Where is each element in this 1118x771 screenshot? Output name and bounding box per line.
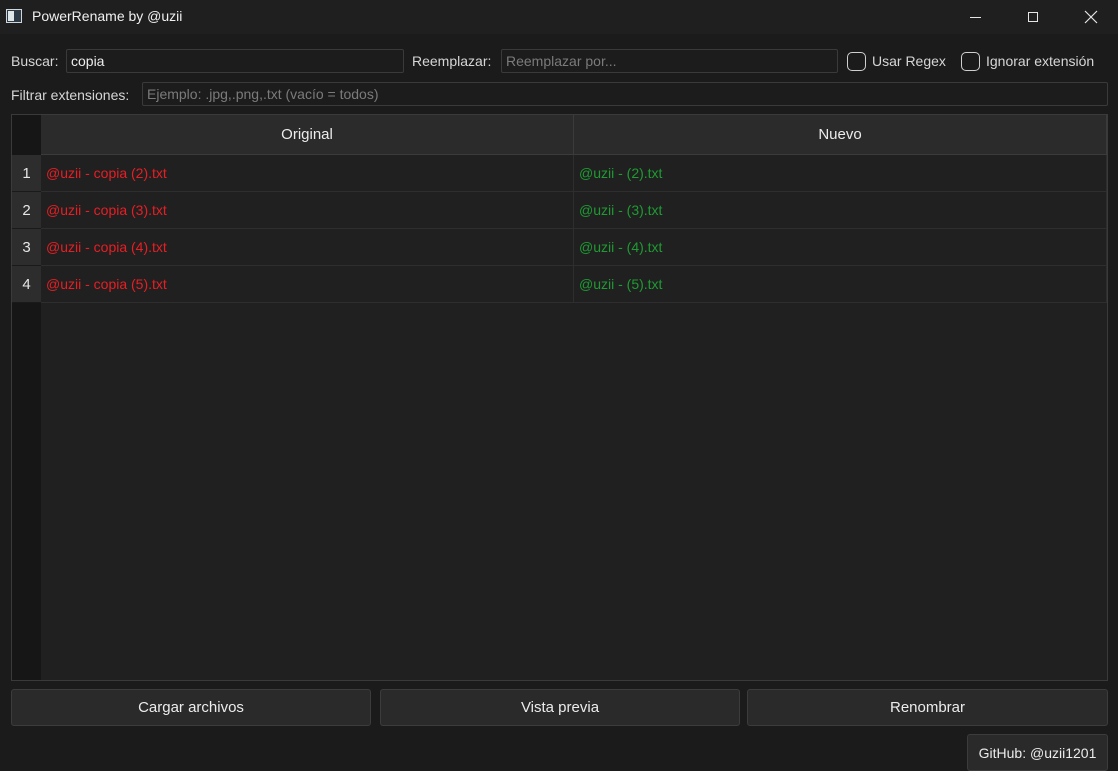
row-number: 2	[12, 192, 41, 229]
original-name-cell[interactable]: @uzii - copia (2).txt	[41, 155, 574, 192]
title-bar: PowerRename by @uzii	[0, 0, 1118, 34]
regex-checkbox[interactable]	[847, 52, 866, 71]
filter-label: Filtrar extensiones:	[11, 87, 130, 103]
replace-input[interactable]	[501, 49, 838, 73]
table-row[interactable]: 2 @uzii - copia (3).txt @uzii - (3).txt	[12, 192, 1107, 229]
new-name-cell[interactable]: @uzii - (3).txt	[574, 192, 1107, 229]
original-name-cell[interactable]: @uzii - copia (4).txt	[41, 229, 574, 266]
search-input[interactable]	[66, 49, 404, 73]
close-icon	[1084, 10, 1098, 24]
github-link-button[interactable]: GitHub: @uzii1201	[967, 734, 1108, 771]
ignore-extension-label[interactable]: Ignorar extensión	[986, 53, 1094, 69]
new-name-cell[interactable]: @uzii - (5).txt	[574, 266, 1107, 303]
new-name-cell[interactable]: @uzii - (4).txt	[574, 229, 1107, 266]
table-row[interactable]: 1 @uzii - copia (2).txt @uzii - (2).txt	[12, 155, 1107, 192]
column-header-original[interactable]: Original	[41, 115, 574, 155]
original-name-cell[interactable]: @uzii - copia (3).txt	[41, 192, 574, 229]
app-icon	[6, 9, 22, 23]
ignore-extension-checkbox[interactable]	[961, 52, 980, 71]
window-title: PowerRename by @uzii	[32, 8, 183, 24]
load-files-button[interactable]: Cargar archivos	[11, 689, 371, 726]
row-number: 1	[12, 155, 41, 192]
row-number: 4	[12, 266, 41, 303]
rename-button[interactable]: Renombrar	[747, 689, 1108, 726]
column-header-new[interactable]: Nuevo	[574, 115, 1107, 155]
table-corner	[12, 115, 41, 155]
maximize-icon	[1028, 12, 1038, 22]
replace-label: Reemplazar:	[412, 53, 492, 69]
filter-extensions-input[interactable]	[142, 82, 1108, 106]
minimize-icon	[969, 16, 981, 18]
regex-label[interactable]: Usar Regex	[872, 53, 946, 69]
original-name-cell[interactable]: @uzii - copia (5).txt	[41, 266, 574, 303]
search-label: Buscar:	[11, 53, 59, 69]
maximize-button[interactable]	[1010, 0, 1056, 34]
row-number: 3	[12, 229, 41, 266]
close-button[interactable]	[1068, 0, 1114, 34]
minimize-button[interactable]	[952, 0, 998, 34]
files-table: Original Nuevo 1 @uzii - copia (2).txt @…	[11, 114, 1108, 681]
table-row[interactable]: 3 @uzii - copia (4).txt @uzii - (4).txt	[12, 229, 1107, 266]
new-name-cell[interactable]: @uzii - (2).txt	[574, 155, 1107, 192]
table-row[interactable]: 4 @uzii - copia (5).txt @uzii - (5).txt	[12, 266, 1107, 303]
preview-button[interactable]: Vista previa	[380, 689, 740, 726]
